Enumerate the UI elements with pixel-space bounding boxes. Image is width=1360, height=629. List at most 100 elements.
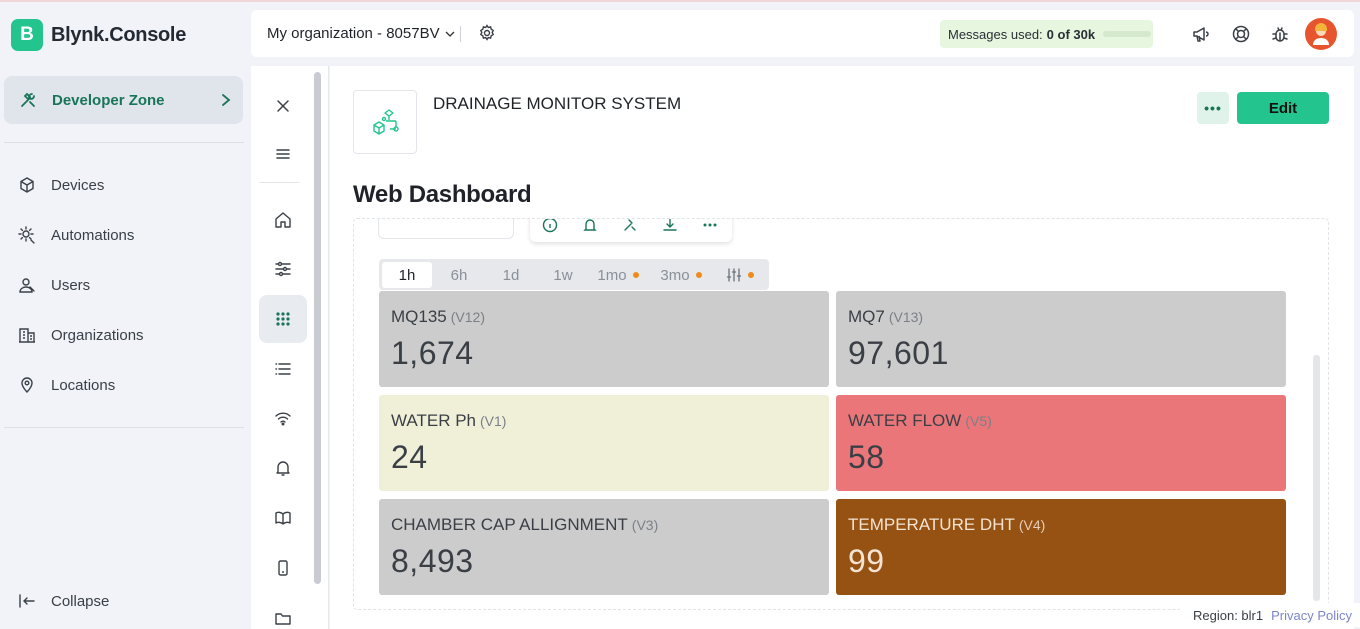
widget-pin: (V3) bbox=[631, 517, 659, 533]
widget-pin: (V4) bbox=[1018, 517, 1046, 533]
template-device-icon bbox=[373, 109, 399, 135]
device-toolbar bbox=[530, 218, 732, 242]
organization-selector[interactable]: My organization - 8057BV bbox=[267, 25, 456, 42]
rail-scrollbar[interactable] bbox=[314, 72, 321, 584]
widget-value: 97,601 bbox=[848, 335, 949, 371]
menu-icon[interactable] bbox=[274, 145, 292, 163]
widget-mq7[interactable]: MQ7 (V13) 97,601 bbox=[836, 291, 1286, 387]
tab-1h[interactable]: 1h bbox=[382, 262, 432, 288]
widget-name: CHAMBER CAP ALLIGNMENT bbox=[391, 515, 628, 534]
sidebar-divider bbox=[4, 427, 244, 428]
building-icon bbox=[19, 328, 35, 343]
download-icon[interactable] bbox=[662, 218, 678, 233]
dashboard-title: Web Dashboard bbox=[353, 181, 532, 208]
more-options-button[interactable]: ••• bbox=[1197, 92, 1229, 124]
edit-button[interactable]: Edit bbox=[1237, 92, 1329, 124]
privacy-policy-link[interactable]: Privacy Policy bbox=[1271, 608, 1352, 623]
widget-name: WATER FLOW bbox=[848, 411, 962, 430]
mobile-icon[interactable] bbox=[274, 559, 292, 577]
sidebar-item-devices[interactable]: Devices bbox=[18, 173, 104, 197]
messages-value: 0 of 30k bbox=[1046, 26, 1096, 42]
sidebar-item-label: Users bbox=[51, 276, 91, 294]
messages-usage: Messages used: 0 of 30k bbox=[940, 20, 1153, 48]
tab-label: 1mo bbox=[597, 266, 627, 284]
widget-name: MQ7 bbox=[848, 307, 885, 326]
widget-value: 58 bbox=[848, 439, 885, 475]
app-name: Blynk.Console bbox=[51, 23, 187, 46]
help-lifebuoy-icon[interactable] bbox=[1231, 24, 1251, 44]
sidebar-item-users[interactable]: Users bbox=[18, 273, 90, 297]
widget-value: 1,674 bbox=[391, 335, 474, 371]
chevron-right-icon bbox=[222, 94, 231, 106]
messages-label: Messages used: bbox=[948, 26, 1043, 42]
gear-icon[interactable] bbox=[478, 24, 496, 42]
collapse-label: Collapse bbox=[51, 592, 110, 610]
bell-icon[interactable] bbox=[582, 218, 598, 233]
dashboard-canvas: 1h 6h 1d 1w 1mo 3mo MQ135 (V12) 1,674 MQ7… bbox=[353, 218, 1329, 610]
rail-divider bbox=[259, 182, 299, 183]
more-icon[interactable] bbox=[702, 218, 718, 233]
sidebar-item-locations[interactable]: Locations bbox=[18, 373, 115, 397]
bell-icon[interactable] bbox=[274, 459, 292, 477]
tools-icon bbox=[21, 92, 35, 107]
top-header: My organization - 8057BV Messages used: … bbox=[251, 10, 1354, 57]
tab-3mo[interactable]: 3mo bbox=[653, 262, 709, 288]
sidebar-item-label: Locations bbox=[51, 376, 116, 394]
book-icon[interactable] bbox=[274, 509, 292, 527]
tab-custom-range[interactable] bbox=[717, 262, 763, 288]
tab-1d[interactable]: 1d bbox=[486, 262, 536, 288]
sidebar-item-label: Automations bbox=[51, 226, 135, 244]
header-separator bbox=[460, 26, 461, 42]
sidebar-item-label: Organizations bbox=[51, 326, 144, 344]
sliders-icon bbox=[726, 268, 742, 282]
template-title: DRAINAGE MONITOR SYSTEM bbox=[433, 94, 682, 113]
wifi-icon[interactable] bbox=[274, 409, 292, 427]
widget-temperature-dht[interactable]: TEMPERATURE DHT (V4) 99 bbox=[836, 499, 1286, 595]
close-icon[interactable] bbox=[274, 97, 292, 115]
sidebar-divider bbox=[4, 142, 244, 143]
tab-1w[interactable]: 1w bbox=[538, 262, 588, 288]
location-pin-icon bbox=[21, 377, 33, 393]
premium-dot bbox=[632, 272, 639, 278]
widget-chamber-cap[interactable]: CHAMBER CAP ALLIGNMENT (V3) 8,493 bbox=[379, 499, 829, 595]
sidebar: B Blynk.Console Developer Zone Devices A… bbox=[0, 2, 250, 629]
device-selector[interactable] bbox=[378, 219, 514, 239]
tab-1mo[interactable]: 1mo bbox=[590, 262, 646, 288]
sidebar-item-organizations[interactable]: Organizations bbox=[18, 323, 144, 347]
widget-value: 99 bbox=[848, 543, 885, 579]
premium-dot bbox=[748, 272, 754, 278]
user-avatar[interactable] bbox=[1305, 18, 1337, 50]
app-logo[interactable]: B Blynk.Console bbox=[11, 19, 186, 51]
automation-icon bbox=[18, 226, 35, 244]
widget-pin: (V12) bbox=[450, 309, 485, 325]
info-icon[interactable] bbox=[542, 218, 558, 233]
megaphone-icon[interactable] bbox=[1191, 24, 1211, 44]
collapse-button[interactable]: Collapse bbox=[18, 592, 109, 610]
time-range-tabs: 1h 6h 1d 1w 1mo 3mo bbox=[379, 259, 769, 290]
datastreams-icon[interactable] bbox=[274, 260, 292, 278]
chevron-down-icon bbox=[445, 31, 455, 37]
widget-mq135[interactable]: MQ135 (V12) 1,674 bbox=[379, 291, 829, 387]
list-icon[interactable] bbox=[274, 360, 292, 378]
widget-pin: (V13) bbox=[888, 309, 924, 325]
dashboard-grid-icon[interactable] bbox=[274, 310, 292, 328]
widget-water-flow[interactable]: WATER FLOW (V5) 58 bbox=[836, 395, 1286, 491]
collapse-icon bbox=[19, 594, 35, 608]
tab-label: 3mo bbox=[660, 266, 690, 284]
messages-progress-bar bbox=[1103, 31, 1152, 37]
home-icon[interactable] bbox=[274, 211, 292, 229]
developer-zone-label: Developer Zone bbox=[52, 91, 165, 109]
widget-water-ph[interactable]: WATER Ph (V1) 24 bbox=[379, 395, 829, 491]
dashboard-scrollbar[interactable] bbox=[1313, 355, 1320, 601]
sidebar-item-automations[interactable]: Automations bbox=[18, 223, 134, 247]
organization-name: My organization - 8057BV bbox=[267, 25, 440, 42]
bug-icon[interactable] bbox=[1270, 24, 1290, 44]
cube-icon bbox=[20, 177, 34, 193]
tab-6h[interactable]: 6h bbox=[434, 262, 484, 288]
template-image[interactable] bbox=[353, 90, 417, 154]
tools-icon[interactable] bbox=[622, 218, 638, 233]
developer-zone-button[interactable]: Developer Zone bbox=[4, 76, 243, 124]
widget-value: 24 bbox=[391, 439, 428, 475]
folder-icon[interactable] bbox=[274, 609, 292, 627]
widget-name: MQ135 bbox=[391, 307, 447, 326]
